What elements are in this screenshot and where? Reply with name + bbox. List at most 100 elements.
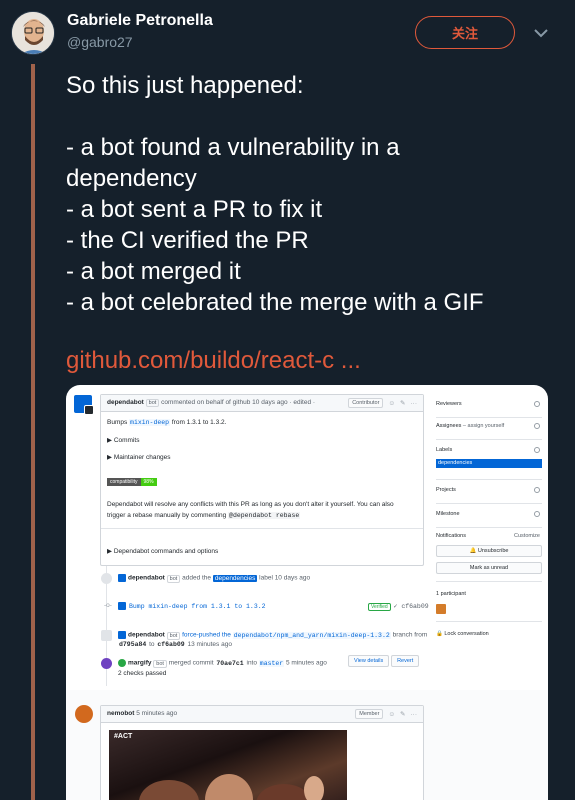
branch-name[interactable]: dependabot/npm_and_yarn/mixin-deep-1.3.2 [232,631,391,639]
revert-button[interactable]: Revert [391,655,420,667]
role-badge: Contributor [348,398,384,408]
resolve-text-1: Dependabot will resolve any conflicts wi… [107,501,394,508]
divider [436,417,542,418]
more-icon[interactable]: ··· [411,400,418,407]
event-author[interactable]: dependabot [128,632,165,639]
gear-icon[interactable] [534,511,540,517]
notifications-label: Notifications [436,533,466,539]
gear-icon[interactable] [534,447,540,453]
role-badge: Member [355,709,384,719]
celebration-gif[interactable]: #ACT [109,730,347,800]
compatibility-badge[interactable]: compatibility 98% [107,478,157,486]
avatar-image [12,12,54,54]
maintainer-toggle[interactable]: ▶ Maintainer changes [107,453,171,461]
triangle-icon: ▶ [107,454,112,461]
event-author[interactable]: dependabot [128,575,165,582]
divider [101,528,423,529]
merge-action: merged commit [168,659,214,667]
assign-yourself-link[interactable]: – assign yourself [463,423,504,429]
author-handle[interactable]: @gabro27 [67,34,133,50]
verified-badge[interactable]: Verified [368,603,391,611]
merge-author[interactable]: margify [128,660,151,667]
rebase-command: @dependabot rebase [228,512,301,519]
commit-message[interactable]: Bump mixin-deep from 1.3.1 to 1.3.2 [128,603,267,610]
label-event: dependabot bot added the dependencies la… [118,574,310,583]
author-name[interactable]: Gabriele Petronella [67,12,213,30]
gear-icon[interactable] [534,401,540,407]
assignees-section[interactable]: Assignees – assign yourself [436,423,542,429]
event-action: added the [182,574,212,582]
badge-right: 98% [140,478,157,486]
emoji-icon[interactable]: ☺ [388,400,395,407]
gif-comment-area: nemobot 5 minutes ago Member ☺ ✎ ··· #AC… [66,690,548,800]
labels-label: Labels [436,447,453,453]
badge-left: compatibility [107,478,141,486]
unsubscribe-button[interactable]: 🔔 Unsubscribe [436,545,542,557]
bot-tag: bot [145,399,160,407]
gear-icon[interactable] [534,423,540,429]
edit-icon[interactable]: ✎ [400,710,405,718]
lock-conversation[interactable]: 🔒 Lock conversation [436,631,542,637]
commit-row: Bump mixin-deep from 1.3.1 to 1.3.2 [118,602,267,610]
projects-label: Projects [436,487,456,493]
event-suffix: label 10 days ago [259,574,311,582]
milestone-label: Milestone [436,511,460,517]
commands-toggle[interactable]: ▶ Dependabot commands and options [107,547,218,555]
tweet-line: So this just happened: [66,72,304,99]
tweet-link[interactable]: github.com/buildo/react-c ... [66,347,361,375]
dependabot-avatar-small [118,574,126,582]
bot-tag: bot [166,574,181,583]
view-details-button[interactable]: View details [348,655,390,667]
more-icon[interactable]: ··· [411,711,418,718]
label-chip[interactable]: dependencies [436,459,542,468]
to-sha[interactable]: cf6ab09 [156,641,185,648]
projects-section[interactable]: Projects [436,487,542,493]
gear-icon[interactable] [534,487,540,493]
bumps-line: Bumps mixin-deep from 1.3.1 to 1.3.2. [107,419,226,426]
tweet-line: - the CI verified the PR [66,227,309,254]
reviewers-label: Reviewers [436,401,462,407]
participants-section: 1 participant [436,591,542,597]
screenshot-card[interactable]: dependabot bot commented on behalf of gi… [66,385,548,800]
comment-meta: commented on behalf of github 10 days ag… [161,399,316,406]
chevron-down-icon[interactable] [533,27,549,39]
follow-button[interactable]: 关注 [415,16,515,49]
edit-icon[interactable]: ✎ [400,399,405,407]
triangle-icon: ▶ [107,437,112,444]
assignees-label: Assignees [436,423,462,429]
emoji-icon[interactable]: ☺ [388,711,395,718]
mark-unread-button[interactable]: Mark as unread [436,562,542,574]
merge-time: 5 minutes ago [286,659,327,667]
resolve-text-2-label: trigger a rebase manually by commenting [107,512,227,519]
comment-header: nemobot 5 minutes ago Member ☺ ✎ ··· [101,706,423,723]
merge-sha[interactable]: 70ae7c1 [215,660,244,667]
tweet-text: So this just happened: - a bot found a v… [66,70,566,318]
tweet-line: - a bot merged it [66,258,241,285]
participant-avatar[interactable] [436,604,446,614]
bumps-package-link[interactable]: mixin-deep [129,419,171,426]
tweet-line: - a bot sent a PR to fix it [66,196,323,223]
comment-author[interactable]: nemobot [107,710,134,717]
push-suffix: branch from [392,631,428,639]
nemobot-avatar[interactable] [75,705,93,723]
label-chip[interactable]: dependencies [212,574,258,582]
merge-branch[interactable]: master [258,659,285,667]
comment-author[interactable]: dependabot [107,399,144,406]
divider [436,527,542,528]
commit-sha[interactable]: ✓ cf6ab09 [393,603,430,610]
milestone-section[interactable]: Milestone [436,511,542,517]
tweet-line: - a bot found a vulnerability in a [66,134,400,161]
thread-line [31,64,35,800]
gif-crowd-image [139,774,324,800]
participants-label: 1 participant [436,591,466,597]
labels-section[interactable]: Labels dependencies [436,447,542,471]
commit-status: Verified ✓ cf6ab09 [368,602,430,611]
reviewers-section[interactable]: Reviewers [436,401,542,407]
resolve-text-2: trigger a rebase manually by commenting … [107,512,301,519]
customize-link[interactable]: Customize [514,533,540,539]
commits-toggle[interactable]: ▶ Commits [107,436,139,444]
from-sha[interactable]: d795a84 [118,641,147,648]
merge-icon [101,658,112,669]
avatar[interactable] [11,11,55,55]
divider [436,621,542,622]
